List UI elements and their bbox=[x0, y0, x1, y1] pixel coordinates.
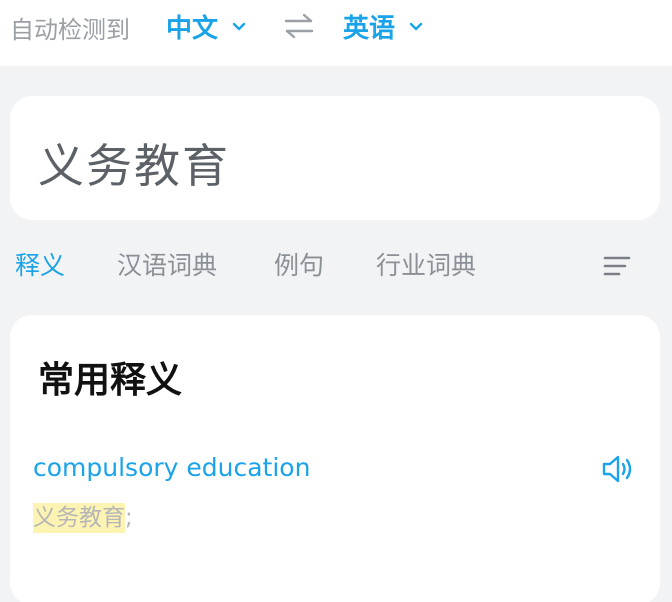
target-language-selector[interactable]: 英语 bbox=[343, 8, 423, 45]
translation-separator: ; bbox=[125, 505, 133, 531]
target-language-label: 英语 bbox=[343, 14, 396, 44]
definition-word[interactable]: compulsory education bbox=[33, 453, 310, 482]
swap-languages-icon[interactable] bbox=[283, 12, 315, 40]
tab-definition[interactable]: 释义 bbox=[15, 246, 65, 282]
language-bar: 自动检测到 中文 英语 bbox=[0, 0, 672, 66]
translation-highlight[interactable]: 义务教育 bbox=[33, 503, 125, 533]
definition-translation: 义务教育; bbox=[33, 498, 133, 533]
section-title: 常用释义 bbox=[38, 360, 183, 401]
auto-detect-label: 自动检测到 bbox=[10, 16, 130, 44]
definition-card: 常用释义 compulsory education 义务教育; bbox=[10, 315, 660, 602]
tab-industry-dictionary[interactable]: 行业词典 bbox=[376, 246, 476, 282]
result-tabs: 释义 汉语词典 例句 行业词典 bbox=[0, 246, 672, 290]
chevron-down-icon bbox=[409, 22, 423, 30]
tab-example-sentences[interactable]: 例句 bbox=[274, 246, 324, 282]
tab-chinese-dictionary[interactable]: 汉语词典 bbox=[117, 246, 217, 282]
menu-icon[interactable] bbox=[602, 254, 632, 278]
source-language-selector[interactable]: 中文 bbox=[166, 8, 246, 45]
source-language-label: 中文 bbox=[166, 14, 219, 44]
input-area[interactable]: 义务教育 bbox=[10, 96, 660, 220]
chevron-down-icon bbox=[232, 22, 246, 30]
speaker-icon[interactable] bbox=[600, 453, 636, 485]
input-text[interactable]: 义务教育 bbox=[38, 130, 230, 196]
